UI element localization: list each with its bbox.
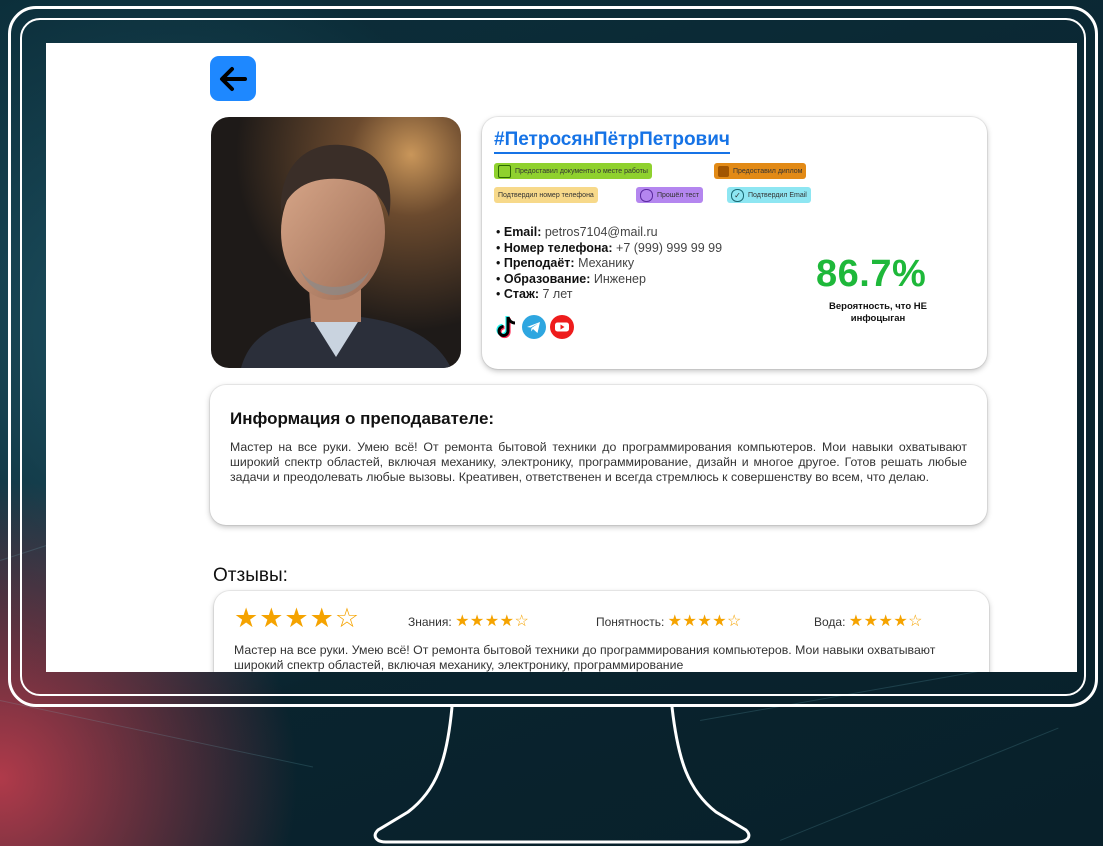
clarity-label: Понятность: [596,615,665,629]
arrow-left-icon [220,66,247,91]
phone-value[interactable]: +7 (999) 999 99 99 [616,241,722,255]
email-row: • Email: petros7104@mail.ru [496,225,658,239]
telegram-icon[interactable] [522,315,546,339]
badge-work-documents: Предоставил документы о месте работы [494,163,652,179]
overall-rating-stars: ★★★★☆ [234,603,361,633]
probability-label: Вероятность, что НЕ инфоцыган [829,301,927,324]
teacher-name[interactable]: #ПетросянПётрПетрович [494,129,730,154]
water-rating: Вода: ★★★★☆ [814,611,923,631]
reviews-title: Отзывы: [213,565,288,586]
badge-label: Подтвердил номер телефона [498,191,594,199]
badge-email: ✓ Подтвердил Email [727,187,811,203]
knowledge-stars: ★★★★☆ [455,613,530,630]
badge-label: Предоставил диплом [733,167,803,175]
badge-phone: Подтвердил номер телефона [494,187,598,203]
check-circle-icon: ✓ [731,188,744,202]
youtube-icon[interactable] [550,315,574,339]
knowledge-rating: Знания: ★★★★☆ [408,611,529,631]
water-stars: ★★★★☆ [848,613,923,630]
about-title: Информация о преподавателе: [230,409,495,428]
badge-label: Подтвердил Email [748,191,807,199]
clarity-rating: Понятность: ★★★★☆ [596,611,742,631]
knowledge-label: Знания: [408,615,452,629]
experience-row: • Стаж: 7 лет [496,287,573,301]
water-label: Вода: [814,615,846,629]
badge-test: Прошёл тест [636,187,704,203]
diploma-icon [718,165,729,177]
about-text: Мастер на все руки. Умею всё! От ремонта… [230,440,967,484]
badge-label: Прошёл тест [657,191,700,199]
education-value: Инженер [593,271,646,286]
teaches-label: Преподаёт: [503,256,575,270]
award-icon [640,188,653,202]
profile-card: #ПетросянПётрПетрович Предоставил докуме… [482,117,987,369]
badge-diploma: Предоставил диплом [714,163,807,179]
review-text: Мастер на все руки. Умею всё! От ремонта… [234,643,936,672]
review-card: ★★★★☆ Знания: ★★★★☆ Понятность: ★★★★☆ Во… [214,591,989,672]
phone-label: Номер телефона: [503,240,613,255]
document-icon [498,164,511,178]
education-row: • Образование: Инженер [496,271,646,286]
app-screen: #ПетросянПётрПетрович Предоставил докуме… [46,43,1077,672]
teaches-value: Механику [578,256,635,270]
email-label: Email: [503,225,542,239]
social-links [496,315,574,339]
back-button[interactable] [210,56,256,101]
contact-info-list: • Email: petros7104@mail.ru • Номер теле… [496,225,722,303]
teacher-photo [211,117,461,368]
about-card: Информация о преподавателе: Мастер на вс… [210,385,987,525]
tiktok-icon[interactable] [496,315,518,339]
probability-value: 86.7% [816,253,927,295]
phone-row: • Номер телефона: +7 (999) 999 99 99 [496,240,723,255]
email-value[interactable]: petros7104@mail.ru [545,225,658,239]
clarity-stars: ★★★★☆ [667,613,742,630]
badge-label: Предоставил документы о месте работы [515,167,648,175]
education-label: Образование: [503,271,591,286]
experience-value: 7 лет [542,287,573,301]
experience-label: Стаж: [503,287,539,301]
teaches-row: • Преподаёт: Механику [496,256,635,270]
